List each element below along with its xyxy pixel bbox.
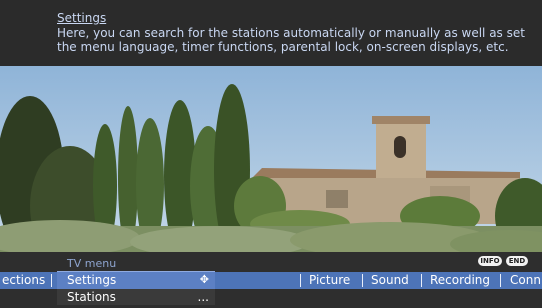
settings-label: Settings	[67, 273, 117, 287]
menu-item-settings[interactable]: Settings ✥	[57, 271, 215, 289]
info-panel: Settings Here, you can search for the st…	[0, 0, 542, 66]
menubar-separator	[421, 274, 422, 287]
background-scene-image	[0, 66, 542, 252]
menubar-item-recording[interactable]: Recording	[430, 272, 490, 289]
info-description: Here, you can search for the stations au…	[57, 26, 525, 54]
stations-label: Stations	[67, 290, 116, 304]
menubar-item-connections[interactable]: ections	[2, 272, 45, 289]
menubar-item-sound[interactable]: Sound	[371, 272, 409, 289]
move-arrows-icon: ✥	[199, 273, 209, 286]
tv-menu-header: TV menu	[57, 256, 215, 271]
info-badge[interactable]: INFO	[478, 256, 502, 266]
menubar-separator	[51, 274, 52, 287]
end-badge[interactable]: END	[506, 256, 528, 266]
menubar-separator	[362, 274, 363, 287]
more-indicator: ...	[197, 290, 209, 304]
menubar-separator	[300, 274, 301, 287]
menubar-separator	[500, 274, 501, 287]
menu-item-stations[interactable]: Stations ...	[57, 289, 215, 305]
menubar-item-picture[interactable]: Picture	[309, 272, 350, 289]
menubar-item-connections-right[interactable]: Conn	[510, 272, 541, 289]
info-title: Settings	[57, 11, 107, 25]
